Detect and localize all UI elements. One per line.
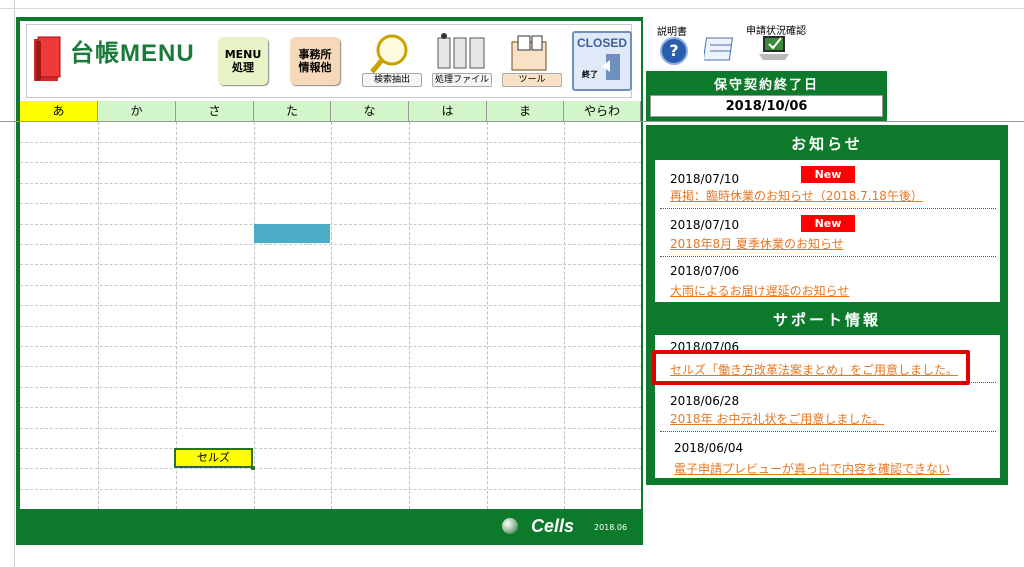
support-separator: [660, 431, 996, 432]
process-file-button[interactable]: 処理ファイル: [432, 32, 492, 87]
news-item-link[interactable]: 大雨によるお届け遅延のお知らせ: [670, 282, 849, 299]
help-icon[interactable]: ?: [660, 37, 688, 65]
left-border: [14, 0, 15, 567]
search-extract-button[interactable]: 検索抽出: [362, 32, 422, 87]
office-info-label: 事務所 情報他: [298, 48, 332, 74]
maintenance-date: 2018/10/06: [650, 95, 883, 117]
grid-column-line: [254, 122, 255, 509]
app-title: 台帳MENU: [70, 40, 195, 67]
highlight-box: [652, 350, 970, 385]
news-item-date: 2018/07/10: [670, 172, 740, 186]
tab-sa[interactable]: さ: [176, 101, 254, 121]
grid-column-line: [98, 122, 99, 509]
grid-row-line: [20, 183, 641, 184]
tab-ka[interactable]: か: [98, 101, 176, 121]
news-separator: [660, 256, 996, 257]
grid-column-line: [564, 122, 565, 509]
maintenance-title: 保守契約終了日: [713, 78, 819, 93]
support-item-date: 2018/06/28: [670, 394, 740, 408]
support-title: サポート情報: [772, 311, 881, 329]
support-item-date: 2018/06/04: [674, 441, 744, 455]
search-extract-label: 検索抽出: [362, 73, 422, 87]
grid-row-line: [20, 387, 641, 388]
manual-label: 説明書: [657, 27, 687, 38]
grid-column-line: [409, 122, 410, 509]
footer-version: 2018.06: [594, 523, 628, 532]
support-item-link[interactable]: 2018年 お中元礼状をご用意しました。: [670, 410, 884, 427]
tool-label: ツール: [502, 73, 562, 87]
cell-fill-handle[interactable]: [251, 466, 255, 470]
tab-ma[interactable]: ま: [487, 101, 564, 121]
support-item-link[interactable]: 電子申請プレビューが真っ白で内容を確認できない: [674, 460, 950, 477]
news-separator: [660, 208, 996, 209]
news-item-link[interactable]: 再掲：臨時休業のお知らせ（2018.7.18午後）: [670, 187, 923, 204]
file-cabinet-icon: [437, 33, 485, 69]
grid-row-line: [20, 366, 641, 367]
tab-ha[interactable]: は: [409, 101, 487, 121]
grid-row-line: [20, 305, 641, 306]
grid-row-line: [20, 203, 641, 204]
news-item-link[interactable]: 2018年8月 夏季休業のお知らせ: [670, 235, 844, 252]
tab-na[interactable]: な: [331, 101, 409, 121]
top-border: [0, 8, 1024, 9]
laptop-icon[interactable]: [757, 32, 791, 62]
grid-row-line: [20, 264, 641, 265]
process-file-label: 処理ファイル: [432, 73, 492, 87]
kana-tab-bar: あ か さ た な は ま やらわ: [20, 101, 641, 121]
new-badge: New: [801, 166, 855, 183]
closed-sub-label: 終了: [582, 70, 598, 79]
tab-a[interactable]: あ: [20, 101, 98, 121]
cells-logo-icon: [502, 518, 518, 534]
calendar-icon[interactable]: [704, 34, 738, 64]
tool-button[interactable]: ツール: [502, 32, 562, 87]
grid-column-line: [487, 122, 488, 509]
selected-cell[interactable]: [254, 224, 330, 243]
sheet-divider: [0, 121, 1024, 122]
grid-row-line: [20, 162, 641, 163]
grid-row-line: [20, 489, 641, 490]
grid-row-line: [20, 244, 641, 245]
grid-row-line: [20, 428, 641, 429]
grid-row-line: [20, 407, 641, 408]
menu-process-button[interactable]: MENU 処理: [218, 37, 268, 85]
tab-yarawa[interactable]: やらわ: [564, 101, 641, 121]
grid-row-line: [20, 326, 641, 327]
toolbox-icon: [511, 35, 547, 71]
grid-column-line: [331, 122, 332, 509]
new-badge: New: [801, 215, 855, 232]
grid-row-line: [20, 448, 641, 449]
ledger-book-icon: [34, 36, 61, 81]
news-item-date: 2018/07/06: [670, 264, 740, 278]
grid-row-line: [20, 346, 641, 347]
footer-brand: Cells: [531, 516, 575, 536]
office-info-button[interactable]: 事務所 情報他: [290, 37, 340, 85]
news-item-date: 2018/07/10: [670, 218, 740, 232]
exit-door-icon: [602, 54, 620, 80]
grid-row-line: [20, 142, 641, 143]
grid-row-line: [20, 285, 641, 286]
closed-label: CLOSED: [576, 36, 627, 50]
menu-process-label: MENU 処理: [224, 48, 262, 74]
cells-item-cell[interactable]: セルズ: [174, 448, 253, 468]
tab-ta[interactable]: た: [254, 101, 331, 121]
magnifier-icon: [370, 34, 408, 74]
ledger-grid: [20, 122, 641, 509]
closed-exit-button[interactable]: CLOSED 終了: [572, 31, 632, 91]
grid-row-line: [20, 224, 641, 225]
news-title: お知らせ: [791, 135, 863, 153]
grid-row-line: [20, 468, 641, 469]
